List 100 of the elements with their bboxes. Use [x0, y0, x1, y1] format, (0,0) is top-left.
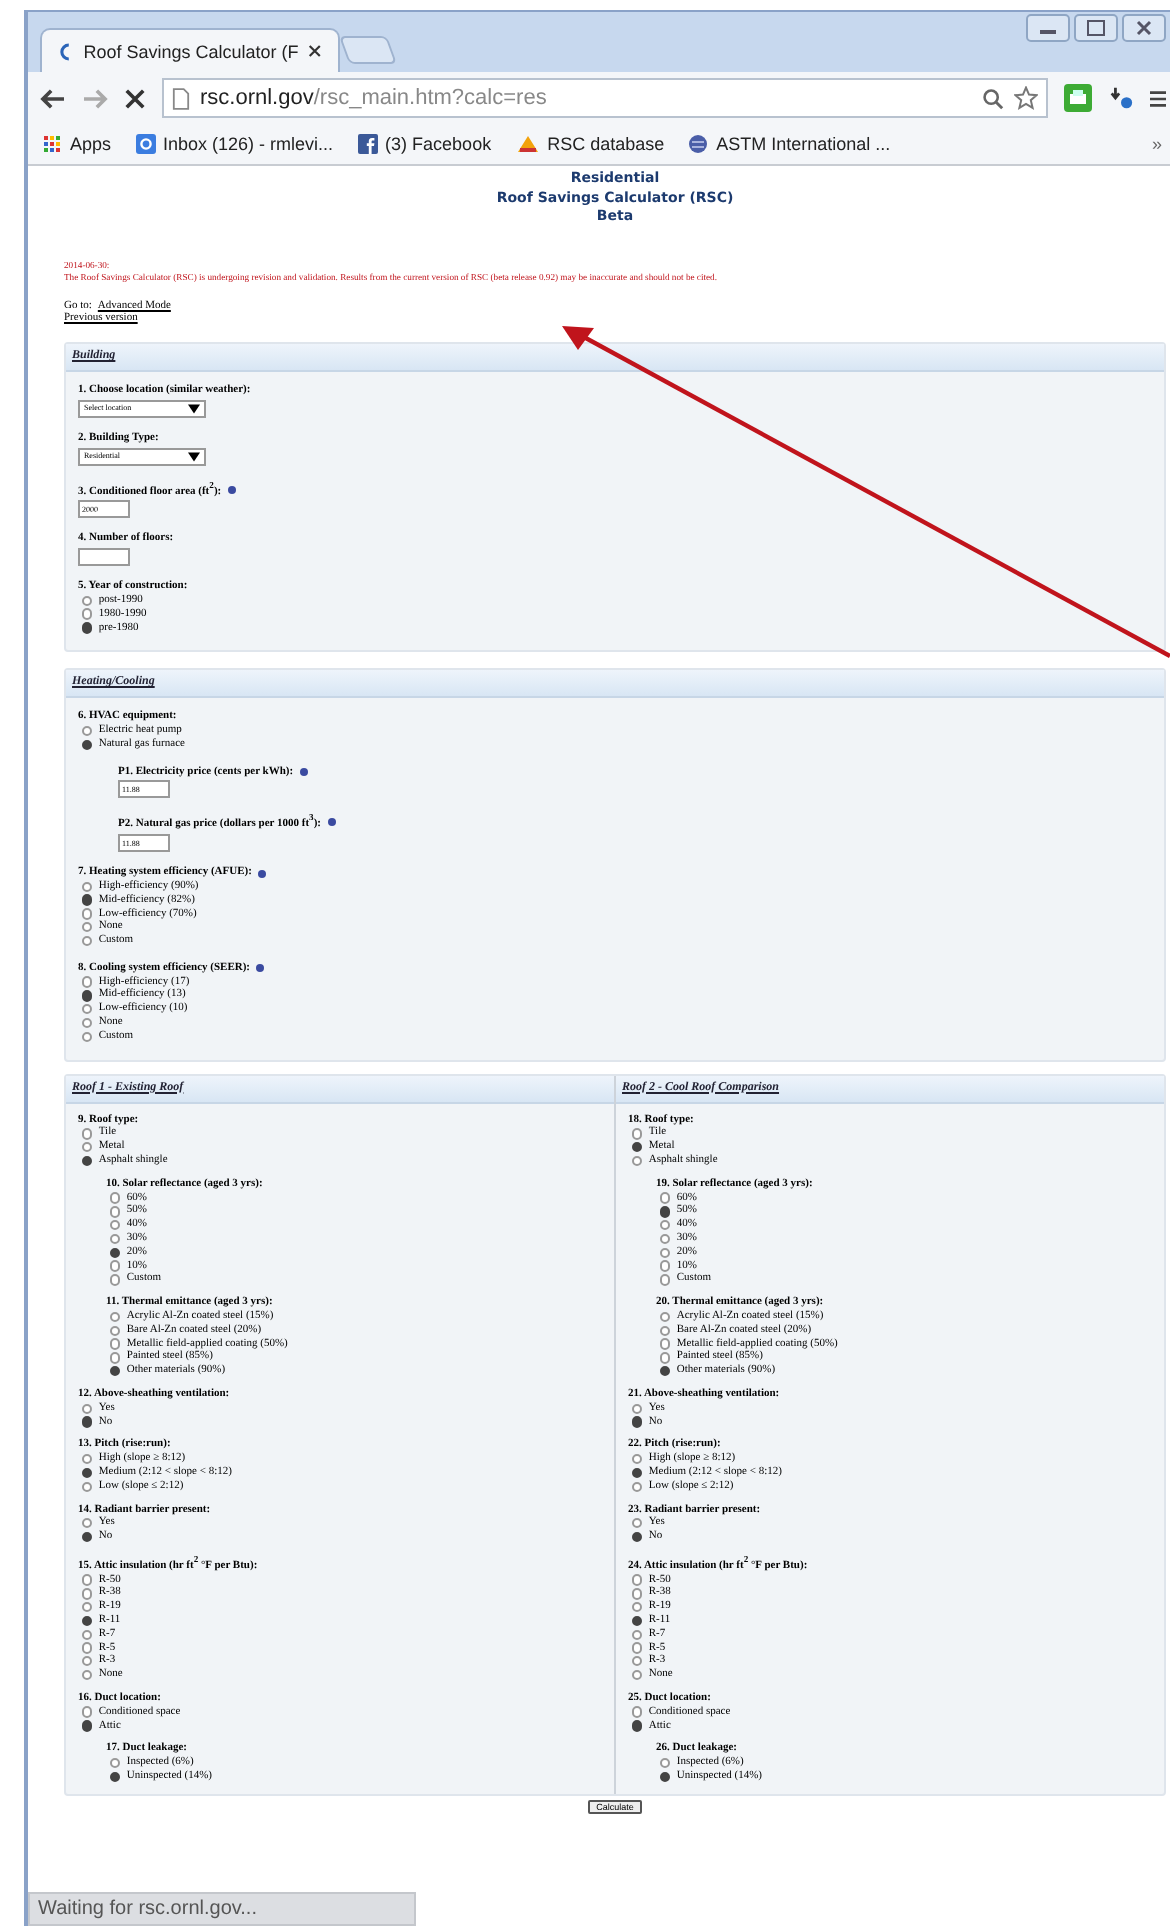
radio-button[interactable] [82, 1720, 93, 1732]
forward-icon[interactable] [82, 87, 108, 109]
minimize-icon[interactable] [1026, 14, 1070, 42]
radio-button[interactable] [82, 1403, 93, 1414]
radio-button[interactable] [632, 1467, 643, 1479]
bookmark[interactable]: RSC database [515, 134, 665, 154]
radio-button[interactable] [660, 1274, 671, 1286]
radio-button[interactable] [632, 1720, 643, 1732]
radio-button[interactable] [660, 1247, 671, 1258]
radio-button[interactable] [110, 1274, 121, 1286]
radio-button[interactable] [82, 1615, 93, 1627]
radio-button[interactable] [632, 1588, 643, 1599]
radio-button[interactable] [632, 1518, 643, 1529]
radio-button[interactable] [110, 1338, 121, 1350]
radio-button[interactable] [110, 1192, 121, 1204]
radio-button[interactable] [82, 1656, 93, 1667]
info-icon[interactable] [257, 869, 266, 877]
radio-button[interactable] [82, 595, 93, 606]
search-icon[interactable] [982, 87, 1004, 109]
radio-button[interactable] [110, 1206, 121, 1218]
radio-button[interactable] [660, 1325, 671, 1336]
radio-button[interactable] [82, 1642, 93, 1654]
input-field[interactable] [78, 548, 130, 567]
radio-button[interactable] [110, 1247, 121, 1258]
radio-button[interactable] [632, 1403, 643, 1414]
new-tab-button[interactable] [338, 36, 398, 64]
radio-button[interactable] [82, 935, 93, 947]
radio-button[interactable] [632, 1629, 643, 1640]
radio-button[interactable] [660, 1219, 671, 1231]
radio-button[interactable] [110, 1757, 121, 1769]
radio-button[interactable] [82, 922, 93, 933]
radio-button[interactable] [632, 1481, 643, 1492]
info-icon[interactable] [299, 768, 308, 777]
radio-button[interactable] [632, 1141, 643, 1153]
radio-button[interactable] [632, 1642, 643, 1654]
radio-button[interactable] [82, 1669, 93, 1681]
menu-icon[interactable] [1150, 87, 1166, 109]
close-icon[interactable] [308, 44, 322, 58]
radio-button[interactable] [632, 1574, 643, 1586]
radio-button[interactable] [632, 1155, 643, 1167]
radio-button[interactable] [82, 1416, 93, 1428]
radio-button[interactable] [110, 1260, 121, 1272]
radio-button[interactable] [660, 1771, 671, 1783]
radio-button[interactable] [632, 1416, 643, 1428]
more-bookmarks[interactable]: » [1151, 134, 1162, 154]
close-icon[interactable] [1122, 14, 1166, 42]
back-icon[interactable] [40, 87, 66, 109]
printer-icon[interactable] [1064, 84, 1092, 112]
radio-button[interactable] [632, 1531, 643, 1543]
radio-button[interactable] [110, 1352, 121, 1364]
info-icon[interactable] [256, 964, 265, 973]
bookmark[interactable]: ASTM International ... [688, 134, 891, 154]
radio-button[interactable] [82, 1588, 93, 1599]
radio-button[interactable] [82, 976, 93, 988]
extension-icon[interactable] [1108, 85, 1134, 111]
radio-button[interactable] [660, 1206, 671, 1218]
info-icon[interactable] [327, 818, 335, 827]
radio-button[interactable] [82, 1467, 93, 1479]
radio-button[interactable] [110, 1311, 121, 1323]
browser-tab[interactable]: Roof Savings Calculator (F [40, 28, 340, 72]
radio-button[interactable] [110, 1365, 121, 1377]
radio-button[interactable] [660, 1260, 671, 1272]
radio-button[interactable] [660, 1233, 671, 1245]
radio-button[interactable] [82, 1003, 93, 1015]
radio-button[interactable] [82, 1601, 93, 1613]
radio-button[interactable] [82, 1629, 93, 1640]
radio-button[interactable] [82, 1531, 93, 1543]
radio-button[interactable] [660, 1311, 671, 1323]
radio-button[interactable] [82, 1481, 93, 1492]
radio-button[interactable] [82, 608, 93, 620]
radio-button[interactable] [82, 908, 93, 920]
radio-button[interactable] [110, 1233, 121, 1245]
radio-button[interactable] [82, 1141, 93, 1153]
radio-button[interactable] [660, 1192, 671, 1204]
radio-button[interactable] [632, 1669, 643, 1681]
radio-button[interactable] [82, 1128, 93, 1140]
radio-button[interactable] [632, 1615, 643, 1627]
address-bar[interactable]: rsc.ornl.gov/rsc_main.htm?calc=res [162, 78, 1048, 118]
bookmark[interactable]: Apps [44, 134, 112, 154]
radio-button[interactable] [632, 1601, 643, 1613]
radio-button[interactable] [660, 1352, 671, 1364]
bookmark[interactable]: Inbox (126) - rmlevi... [135, 134, 334, 154]
radio-button[interactable] [82, 1706, 93, 1718]
maximize-icon[interactable] [1074, 14, 1118, 42]
radio-button[interactable] [632, 1128, 643, 1140]
radio-button[interactable] [110, 1771, 121, 1783]
stop-icon[interactable] [124, 87, 146, 109]
radio-button[interactable] [82, 725, 93, 737]
radio-button[interactable] [660, 1757, 671, 1769]
radio-button[interactable] [632, 1706, 643, 1718]
radio-button[interactable] [660, 1338, 671, 1350]
radio-button[interactable] [110, 1325, 121, 1336]
bookmark[interactable]: (3) Facebook [357, 134, 492, 154]
radio-button[interactable] [82, 622, 93, 634]
star-icon[interactable] [1014, 86, 1038, 110]
radio-button[interactable] [82, 1518, 93, 1529]
radio-button[interactable] [82, 990, 93, 1002]
info-icon[interactable] [227, 485, 236, 493]
radio-button[interactable] [82, 1453, 93, 1465]
radio-button[interactable] [82, 739, 93, 750]
